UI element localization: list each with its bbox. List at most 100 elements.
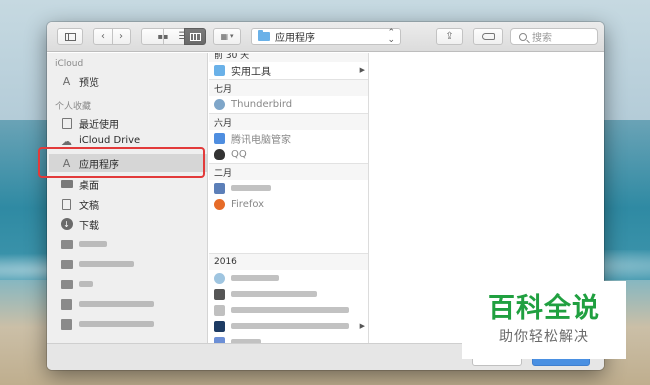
- list-item[interactable]: [209, 302, 368, 318]
- sidebar-item-device[interactable]: [60, 315, 205, 333]
- redacted-label: [79, 301, 154, 307]
- tag-icon: [481, 33, 495, 40]
- sidebar-item-folder[interactable]: [60, 235, 205, 253]
- cloud-icon: ☁: [61, 135, 72, 147]
- thunderbird-icon: [214, 98, 225, 110]
- list-item[interactable]: [209, 286, 368, 302]
- folder-icon: [60, 238, 73, 251]
- sidebar-item-label: 桌面: [79, 180, 99, 192]
- disclosure-arrow-icon: ▶: [359, 322, 365, 330]
- redacted-label: [79, 281, 93, 287]
- download-icon: ↓: [60, 218, 73, 231]
- path-popup-label: 应用程序: [275, 33, 315, 44]
- list-item-label: 实用工具: [231, 66, 271, 78]
- search-field[interactable]: 搜索: [510, 28, 598, 45]
- redacted-label: [231, 275, 279, 281]
- list-item[interactable]: 腾讯电脑管家: [209, 130, 368, 146]
- recent-icon: [60, 117, 73, 130]
- group-heading: 前 30 天: [209, 53, 368, 62]
- watermark-title: 百科全说: [488, 292, 600, 324]
- app-icon: A: [62, 74, 71, 88]
- list-item-label: Thunderbird: [231, 98, 293, 110]
- search-placeholder: 搜索: [532, 33, 552, 44]
- back-button[interactable]: ‹: [94, 30, 112, 42]
- app-icon: [214, 288, 225, 300]
- list-item-label: 腾讯电脑管家: [231, 134, 291, 146]
- folder-icon: [60, 278, 73, 291]
- forward-button[interactable]: ›: [112, 30, 130, 42]
- photoshop-icon: [214, 320, 225, 332]
- sidebar-toggle-button[interactable]: [57, 28, 83, 45]
- redacted-label: [79, 241, 107, 247]
- list-item[interactable]: [209, 270, 368, 286]
- tag-button[interactable]: [473, 28, 503, 45]
- sidebar-item-label: iCloud Drive: [79, 135, 141, 146]
- sidebar-item-icloud-drive[interactable]: ☁ iCloud Drive: [60, 135, 205, 147]
- back-forward-control: ‹ ›: [93, 28, 131, 45]
- document-icon: [60, 198, 73, 211]
- desktop-icon: [60, 178, 73, 191]
- selection-highlight-annotation: [38, 147, 205, 178]
- file-column: 前 30 天 实用工具 ▶ 七月 Thunderbird 六月 腾讯电脑管家 Q…: [209, 53, 369, 343]
- group-last-30-days: 前 30 天 实用工具 ▶: [209, 53, 368, 78]
- group-heading: 六月: [209, 113, 368, 130]
- updown-arrows-icon: ⌃ ⌄: [387, 28, 395, 45]
- watermark: 百科全说 助你轻松解决: [462, 281, 626, 359]
- list-item-label: Firefox: [231, 198, 265, 210]
- redacted-label: [79, 261, 134, 267]
- chevron-left-icon: ‹: [101, 30, 105, 42]
- path-popup-menu[interactable]: 应用程序 ⌃ ⌄: [251, 28, 401, 45]
- share-icon: ⇪: [445, 30, 454, 42]
- sidebar-item-label: 最近使用: [79, 119, 119, 131]
- disclosure-arrow-icon: ▶: [359, 66, 365, 74]
- list-item[interactable]: QQ: [209, 146, 368, 162]
- sidebar-item-downloads[interactable]: ↓ 下载: [60, 215, 205, 233]
- sidebar-item-folder[interactable]: [60, 275, 205, 293]
- redacted-label: [231, 323, 349, 329]
- sidebar-item-label: 下载: [79, 220, 99, 232]
- folder-icon: [60, 258, 73, 271]
- redacted-label: [79, 321, 154, 327]
- column-view-button[interactable]: [184, 28, 206, 45]
- sidebar-item-preview[interactable]: A 预览: [60, 72, 205, 90]
- sidebar-toggle-icon: [64, 32, 76, 41]
- sidebar-item-device[interactable]: [60, 295, 205, 313]
- folder-icon: [214, 64, 225, 76]
- group-2016: 2016 ▶: [209, 253, 368, 343]
- firefox-icon: [214, 198, 225, 210]
- chevron-right-icon: ›: [119, 30, 123, 42]
- list-item[interactable]: ▶: [209, 318, 368, 334]
- sidebar-item-label: 文稿: [79, 200, 99, 212]
- list-item[interactable]: Thunderbird: [209, 96, 368, 112]
- app-icon: [214, 304, 225, 316]
- list-item[interactable]: [209, 334, 368, 343]
- view-mode-control: ▪▪ ☰: [141, 28, 206, 45]
- sidebar-item-recents[interactable]: 最近使用: [60, 114, 205, 132]
- group-february: 二月 Firefox: [209, 163, 368, 212]
- list-item-label: QQ: [231, 148, 247, 160]
- watermark-subtitle: 助你轻松解决: [499, 329, 589, 346]
- arrange-button[interactable]: ▦ ▾: [213, 28, 241, 45]
- chevron-down-icon: ▾: [230, 32, 234, 40]
- list-item[interactable]: 实用工具 ▶: [209, 62, 368, 78]
- qq-icon: [214, 148, 225, 160]
- sidebar-heading-icloud: iCloud: [55, 59, 84, 69]
- list-item[interactable]: [209, 180, 368, 196]
- share-button[interactable]: ⇪: [436, 28, 463, 45]
- drive-icon: [60, 298, 73, 311]
- sidebar-item-label: 预览: [79, 77, 99, 89]
- group-heading: 二月: [209, 163, 368, 180]
- toolbar: ‹ › ▪▪ ☰ ▦ ▾: [47, 22, 604, 52]
- search-icon: [519, 32, 527, 41]
- redacted-label: [231, 307, 349, 313]
- group-heading: 七月: [209, 79, 368, 96]
- list-item[interactable]: Firefox: [209, 196, 368, 212]
- column-view-icon: [189, 32, 201, 41]
- redacted-label: [231, 185, 271, 191]
- sidebar: iCloud A 预览 个人收藏 最近使用 ☁ iCloud Drive A 应…: [47, 53, 208, 343]
- sidebar-item-documents[interactable]: 文稿: [60, 195, 205, 213]
- arrange-grid-icon: ▦: [220, 31, 229, 41]
- sidebar-item-folder[interactable]: [60, 255, 205, 273]
- group-heading: 2016: [209, 253, 368, 270]
- redacted-label: [231, 291, 317, 297]
